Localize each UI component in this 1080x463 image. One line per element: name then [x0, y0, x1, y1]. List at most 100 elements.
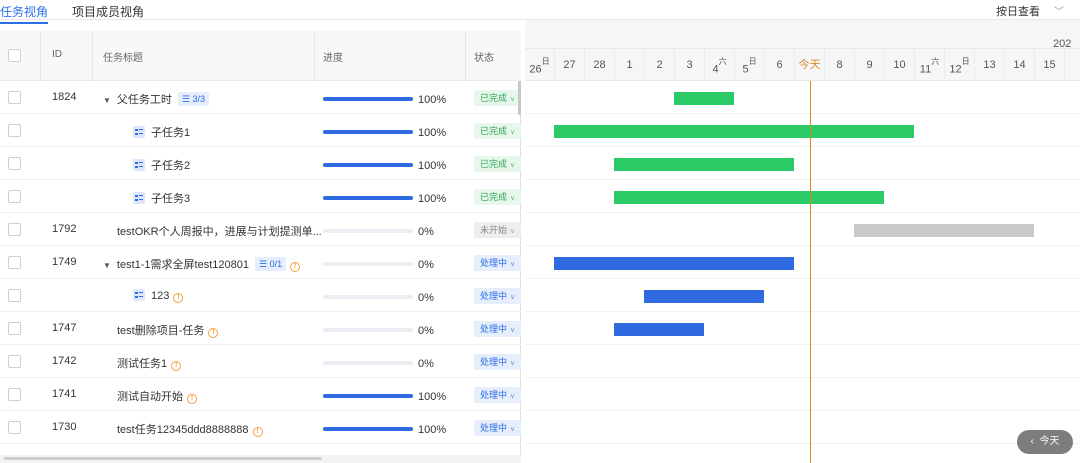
view-mode-select[interactable]: 按日查看 ﹀ [996, 3, 1064, 19]
select-all-checkbox[interactable] [8, 49, 21, 62]
expand-caret-icon[interactable]: ▼ [103, 261, 111, 270]
gantt-day-label: 6 [776, 59, 783, 71]
row-checkbox[interactable] [8, 124, 21, 137]
warning-icon[interactable]: ! [290, 262, 301, 272]
table-row[interactable]: 1741 测试自动开始! 100% 处理中 ∨ [0, 378, 522, 411]
row-checkbox[interactable] [8, 190, 21, 203]
vertical-scrollbar[interactable] [518, 81, 521, 115]
warning-icon[interactable]: ! [252, 427, 263, 437]
status-badge[interactable]: 处理中 ∨ [474, 387, 522, 403]
row-checkbox[interactable] [8, 91, 21, 104]
gantt-day: 9 [855, 49, 885, 82]
status-badge[interactable]: 处理中 ∨ [474, 420, 522, 436]
subtask-count-badge[interactable]: ☰ 0/1 [255, 257, 287, 271]
table-header: ID 任务标题 进度 状态 [0, 31, 521, 81]
row-checkbox[interactable] [8, 157, 21, 170]
tab-member-view[interactable]: 项目成员视角 [72, 3, 144, 20]
status-badge[interactable]: 已完成 ∨ [474, 156, 522, 172]
task-title[interactable]: 父任务工时 [117, 94, 172, 106]
gantt-task-bar[interactable] [674, 92, 734, 105]
gantt-task-bar[interactable] [644, 290, 764, 303]
status-badge[interactable]: 处理中 ∨ [474, 255, 522, 271]
task-title-cell[interactable]: test任务12345ddd8888888! [117, 421, 263, 437]
table-row[interactable]: 1824 ▼ 父任务工时 ☰ 3/3 100% 已完成 ∨ [0, 81, 522, 114]
task-title[interactable]: testOKR个人周报中，进展与计划提测单... [117, 226, 322, 238]
row-checkbox[interactable] [8, 322, 21, 335]
task-title-cell[interactable]: 子任务2 [133, 157, 190, 173]
subtask-icon [133, 289, 145, 301]
row-checkbox[interactable] [8, 289, 21, 302]
list-icon: ☰ [181, 94, 193, 104]
table-row[interactable]: 1730 test任务12345ddd8888888! 100% 处理中 ∨ [0, 411, 522, 444]
table-row[interactable]: 1747 test删除项目-任务! 0% 处理中 ∨ [0, 312, 522, 345]
task-title[interactable]: 测试任务1 [117, 358, 167, 370]
column-header-title[interactable]: 任务标题 [103, 49, 143, 64]
gantt-task-bar[interactable] [614, 158, 794, 171]
row-checkbox[interactable] [8, 355, 21, 368]
task-title[interactable]: 测试自动开始 [117, 391, 183, 403]
gantt-day: 10 [885, 49, 915, 82]
table-row[interactable]: 子任务3 100% 已完成 ∨ [0, 180, 522, 213]
tab-task-view[interactable]: 任务视角 [0, 3, 49, 24]
jump-to-today-button[interactable]: ‹ 今天 [1017, 430, 1073, 454]
gantt-task-bar[interactable] [614, 323, 704, 336]
task-title-cell[interactable]: 子任务1 [133, 124, 190, 140]
row-checkbox[interactable] [8, 421, 21, 434]
gantt-task-bar[interactable] [614, 191, 884, 204]
warning-icon[interactable]: ! [173, 293, 184, 303]
task-title-cell[interactable]: 测试自动开始! [117, 388, 197, 404]
horizontal-scrollbar[interactable] [4, 457, 322, 460]
gantt-task-bar[interactable] [854, 224, 1034, 237]
progress-bar [323, 361, 413, 365]
column-header-progress[interactable]: 进度 [323, 49, 343, 64]
status-badge[interactable]: 已完成 ∨ [474, 123, 522, 139]
column-header-status[interactable]: 状态 [474, 49, 494, 64]
status-label: 处理中 [480, 390, 508, 400]
status-badge[interactable]: 处理中 ∨ [474, 288, 522, 304]
task-title[interactable]: 子任务1 [151, 127, 190, 139]
task-title-cell[interactable]: 子任务3 [133, 190, 190, 206]
task-title-cell[interactable]: 测试任务1! [117, 355, 182, 371]
task-title-cell[interactable]: test删除项目-任务! [117, 322, 219, 338]
gantt-weekday-mark: 日 [541, 57, 550, 66]
task-title[interactable]: 子任务2 [151, 160, 190, 172]
column-header-id[interactable]: ID [52, 49, 62, 60]
table-row[interactable]: 123! 0% 处理中 ∨ [0, 279, 522, 312]
table-row[interactable]: 子任务1 100% 已完成 ∨ [0, 114, 522, 147]
warning-icon[interactable]: ! [187, 394, 197, 404]
table-row[interactable]: 1749 ▼ test1-1需求全屏test120801 ☰ 0/1! 0% 处理中 ∨ [0, 246, 522, 279]
row-checkbox[interactable] [8, 388, 21, 401]
task-id: 1749 [52, 256, 77, 268]
table-row[interactable]: 1742 测试任务1! 0% 处理中 ∨ [0, 345, 522, 378]
subtask-count-badge[interactable]: ☰ 3/3 [177, 92, 210, 106]
task-table: ID 任务标题 进度 状态 1824 ▼ 父任务工时 ☰ 3/3 100% 已完成 ∨ 子任务… [0, 31, 522, 463]
task-title-cell[interactable]: 123! [133, 289, 184, 303]
task-title[interactable]: test删除项目-任务 [117, 325, 204, 337]
task-id: 1824 [52, 91, 77, 103]
gantt-task-bar[interactable] [554, 125, 914, 138]
status-badge[interactable]: 未开始 ∨ [474, 222, 522, 238]
status-badge[interactable]: 处理中 ∨ [474, 354, 522, 370]
warning-icon[interactable]: ! [171, 361, 182, 371]
task-title[interactable]: 123 [151, 290, 169, 302]
row-checkbox[interactable] [8, 256, 21, 269]
task-title[interactable]: test1-1需求全屏test120801 [117, 259, 249, 271]
table-row[interactable]: 1792 testOKR个人周报中，进展与计划提测单... 0% 未开始 ∨ [0, 213, 522, 246]
status-badge[interactable]: 处理中 ∨ [474, 321, 522, 337]
status-badge[interactable]: 已完成 ∨ [474, 189, 522, 205]
gantt-year-header: 202 [525, 20, 1080, 50]
expand-caret-icon[interactable]: ▼ [103, 96, 111, 105]
status-badge[interactable]: 已完成 ∨ [474, 90, 522, 106]
gantt-day: 26日 [525, 49, 555, 82]
task-title-cell[interactable]: ▼ 父任务工时 ☰ 3/3 [103, 91, 210, 107]
gantt-day-today: 今天 [795, 49, 825, 82]
task-title[interactable]: test任务12345ddd8888888 [117, 424, 249, 436]
row-checkbox[interactable] [8, 223, 21, 236]
task-title[interactable]: 子任务3 [151, 193, 190, 205]
task-title-cell[interactable]: ▼ test1-1需求全屏test120801 ☰ 0/1! [103, 256, 301, 272]
warning-icon[interactable]: ! [208, 328, 219, 338]
table-row[interactable]: 子任务2 100% 已完成 ∨ [0, 147, 522, 180]
task-title-cell[interactable]: testOKR个人周报中，进展与计划提测单... [117, 223, 322, 239]
gantt-task-bar[interactable] [554, 257, 794, 270]
progress-bar [323, 229, 413, 233]
